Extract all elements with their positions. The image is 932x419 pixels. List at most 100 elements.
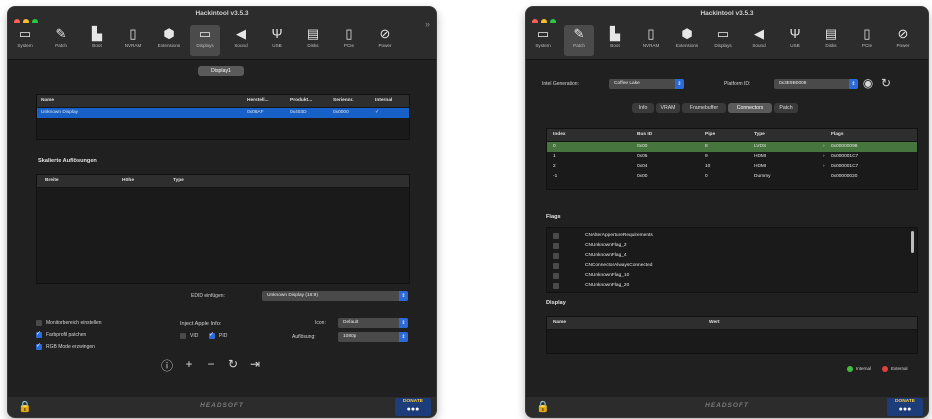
list-item[interactable]: CNAlterAppertureRequirements — [547, 231, 917, 241]
toolbar-item-disks[interactable]: ▤ Disks — [298, 25, 328, 48]
donate-button[interactable]: DONATE ●●● — [395, 398, 431, 416]
chevron-icon[interactable]: › — [823, 164, 825, 169]
export-icon[interactable]: ⇥ — [247, 357, 263, 371]
toolbar-item-power[interactable]: ⊘ Power — [370, 25, 400, 48]
checkbox-vid[interactable] — [180, 333, 186, 339]
toolbar-item-boot[interactable]: ▙ Boot — [82, 25, 112, 48]
info-icon[interactable]: ⓘ — [159, 357, 175, 374]
remove-icon[interactable]: − — [203, 357, 219, 371]
flag-checkbox[interactable] — [553, 253, 559, 259]
table-row[interactable]: 1 0x05 9 HDMI 0x000001C7 › — [547, 152, 917, 162]
resolution-table: Breite Höhe Type — [36, 174, 410, 284]
pcie-icon: ▯ — [863, 26, 871, 41]
toolbar-item-sound[interactable]: ◀ Sound — [226, 25, 256, 48]
toolbar-item-displays[interactable]: ▭ Displays — [190, 25, 220, 56]
column-header[interactable]: Produkt... — [290, 98, 312, 103]
tab-vram[interactable]: VRAM — [656, 103, 680, 113]
column-header[interactable]: Herstell... — [247, 98, 269, 103]
icon-popup[interactable]: Default ⇕ — [338, 318, 408, 328]
column-header[interactable]: Type — [754, 132, 765, 137]
toolbar-item-nvram[interactable]: ▯ NVRAM — [636, 25, 666, 48]
donate-button[interactable]: DONATE ●●● — [887, 398, 923, 416]
eye-icon[interactable]: ◉ — [860, 76, 876, 90]
toolbar-item-system[interactable]: ▭ System — [528, 25, 558, 48]
flag-checkbox[interactable] — [553, 273, 559, 279]
refresh-icon[interactable]: ↻ — [878, 76, 894, 90]
checkbox-monitor-range[interactable] — [36, 320, 42, 326]
cell-internal: ✓ — [375, 110, 380, 115]
flags-scrollbar[interactable] — [911, 231, 914, 253]
toolbar-item-patch[interactable]: ✎ Patch — [46, 25, 76, 48]
table-cell: 8 — [705, 144, 708, 149]
nvram-icon: ▯ — [647, 26, 655, 41]
toolbar-item-label: System — [535, 43, 551, 48]
refresh-icon[interactable]: ↻ — [225, 357, 241, 371]
chevron-icon[interactable]: › — [823, 154, 825, 159]
toolbar-item-pcie[interactable]: ▯ PCIe — [852, 25, 882, 48]
column-header[interactable]: Seriennr. — [333, 98, 354, 103]
add-icon[interactable]: + — [181, 357, 197, 371]
table-row[interactable]: -1 0x00 0 Dummy 0x00000020 — [547, 172, 917, 182]
toolbar-item-boot[interactable]: ▙ Boot — [600, 25, 630, 48]
flag-checkbox[interactable] — [553, 233, 559, 239]
tab-patch[interactable]: Patch — [774, 103, 798, 113]
tab-info[interactable]: Info — [632, 103, 654, 113]
platform-id-popup[interactable]: 0x3E9B0008 ⇕ — [774, 79, 858, 89]
toolbar-item-extensions[interactable]: ⬢ Extensions — [154, 25, 184, 48]
column-header[interactable]: Pipe — [705, 132, 715, 137]
checkbox-rgb-mode[interactable] — [36, 342, 42, 350]
platform-id-label: Platform ID: — [724, 81, 751, 87]
checkbox-color-profile[interactable] — [36, 330, 42, 338]
displays-icon: ▭ — [198, 26, 212, 41]
donate-label: DONATE — [895, 399, 915, 404]
toolbar-item-usb[interactable]: Ψ USB — [262, 25, 292, 48]
list-item[interactable]: CNConnectorAlwaysConnected — [547, 261, 917, 271]
table-row[interactable]: 2 0x04 10 HDMI 0x000001C7 › — [547, 162, 917, 172]
toolbar-item-label: Disks — [825, 43, 837, 48]
toolbar-item-displays[interactable]: ▭ Displays — [708, 25, 738, 48]
chevron-icon[interactable]: › — [823, 144, 825, 149]
toolbar-item-power[interactable]: ⊘ Power — [888, 25, 918, 48]
edid-popup[interactable]: Unknown Display (16:9) ⇕ — [262, 291, 408, 301]
resolution-popup[interactable]: 1080p ⇕ — [338, 332, 408, 342]
intel-gen-popup[interactable]: Coffee Lake ⇕ — [609, 79, 684, 89]
flag-checkbox[interactable] — [553, 263, 559, 269]
list-item[interactable]: CNUnknownFlag_10 — [547, 271, 917, 281]
checkbox-label: VID — [190, 333, 199, 339]
checkbox-label: PID — [219, 333, 228, 339]
column-header[interactable]: Name — [41, 98, 54, 103]
checkbox-pid[interactable] — [209, 331, 215, 339]
flag-checkbox[interactable] — [553, 283, 559, 289]
display-selector-segment[interactable]: Display1 — [198, 66, 244, 76]
title-bar: Hackintool v3.5.3 — [8, 7, 436, 25]
toolbar-item-disks[interactable]: ▤ Disks — [816, 25, 846, 48]
column-header[interactable]: Index — [553, 132, 566, 137]
column-header[interactable]: Höhe — [122, 178, 134, 183]
toolbar-item-extensions[interactable]: ⬢ Extensions — [672, 25, 702, 48]
usb-icon: Ψ — [271, 26, 283, 41]
cell-vendor: 0x06AF — [247, 110, 264, 115]
column-header[interactable]: Wert — [709, 320, 720, 325]
toolbar-item-usb[interactable]: Ψ USB — [780, 25, 810, 48]
tab-connectors[interactable]: Connectors — [728, 103, 772, 113]
column-header[interactable]: Type — [173, 178, 184, 183]
list-item[interactable]: CNUnknownFlag_2 — [547, 241, 917, 251]
flag-checkbox[interactable] — [553, 243, 559, 249]
nvram-icon: ▯ — [129, 26, 137, 41]
column-header[interactable]: Breite — [45, 178, 59, 183]
tab-framebuffer[interactable]: Framebuffer — [682, 103, 726, 113]
column-header[interactable]: Name — [553, 320, 566, 325]
toolbar-item-system[interactable]: ▭ System — [10, 25, 40, 48]
table-row[interactable]: Unknown Display 0x06AF 0x403D 0x0000 ✓ — [37, 108, 409, 118]
toolbar-item-sound[interactable]: ◀ Sound — [744, 25, 774, 48]
toolbar-item-nvram[interactable]: ▯ NVRAM — [118, 25, 148, 48]
column-header[interactable]: Bus ID — [637, 132, 652, 137]
chevron-right-icon[interactable]: » — [425, 19, 430, 29]
list-item[interactable]: CNUnknownFlag_20 — [547, 281, 917, 291]
table-row[interactable]: 0 0x00 8 LVDS 0x00000098 › — [547, 142, 917, 152]
toolbar-item-patch[interactable]: ✎ Patch — [564, 25, 594, 56]
list-item[interactable]: CNUnknownFlag_4 — [547, 251, 917, 261]
column-header[interactable]: Internal — [375, 98, 392, 103]
toolbar-item-pcie[interactable]: ▯ PCIe — [334, 25, 364, 48]
column-header[interactable]: Flags — [831, 132, 844, 137]
